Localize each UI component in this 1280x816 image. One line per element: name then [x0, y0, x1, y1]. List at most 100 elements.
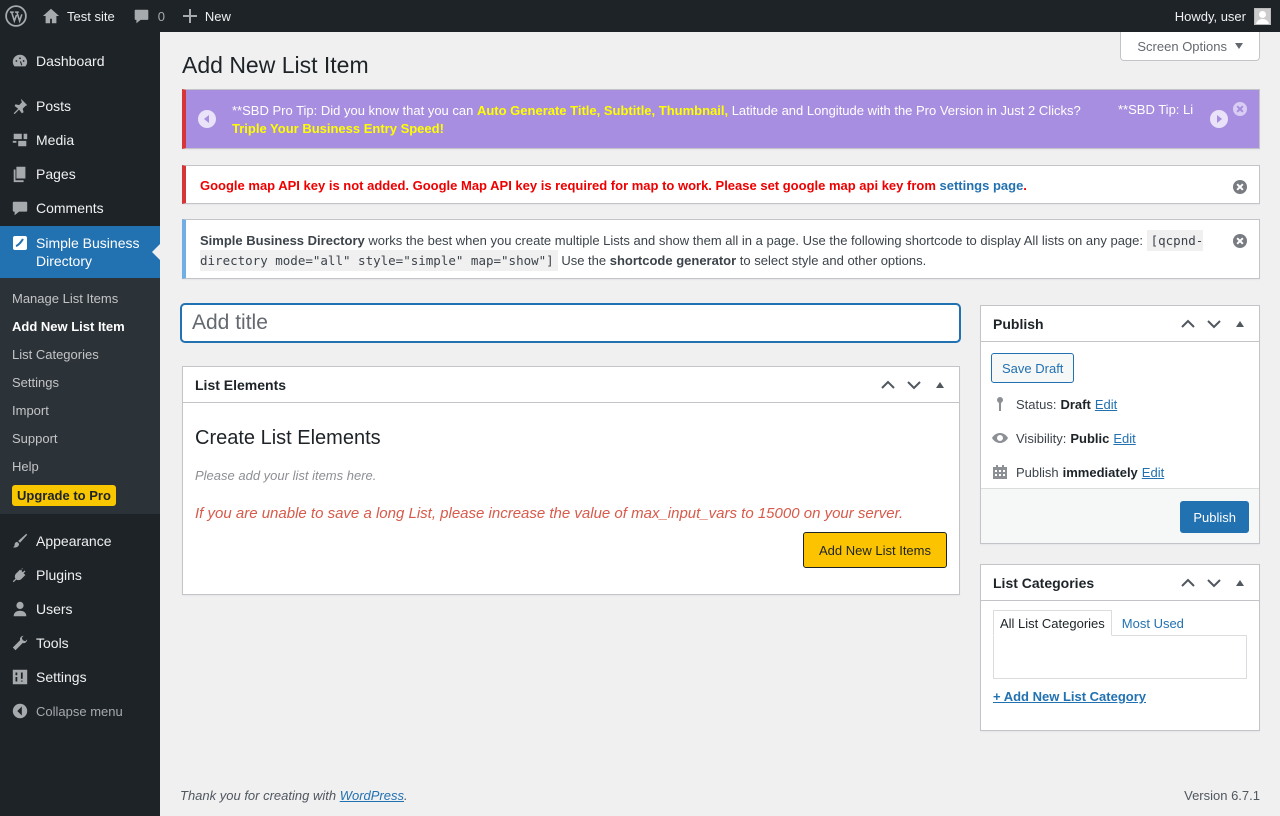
submenu-item-add-new-list-item[interactable]: Add New List Item [0, 313, 160, 341]
menu-label: Simple Business Directory [36, 235, 140, 269]
comments-count: 0 [157, 8, 165, 24]
pin-icon [991, 395, 1009, 413]
postbox-title: Publish [993, 315, 1044, 332]
plugin-name: Simple Business Directory [200, 233, 365, 248]
comment-icon [133, 8, 150, 25]
dismiss-icon[interactable] [1233, 234, 1247, 248]
dismiss-icon[interactable] [1233, 102, 1247, 116]
menu-item-appearance[interactable]: Appearance [0, 524, 160, 558]
admin-bar: Test site 0 New Howdy, user [0, 0, 1280, 32]
wrench-icon [10, 633, 30, 653]
eye-icon [991, 429, 1009, 447]
tab-all-list-categories[interactable]: All List Categories [993, 610, 1112, 636]
submenu-item-manage-list-items[interactable]: Manage List Items [0, 285, 160, 313]
wordpress-logo-icon[interactable] [0, 0, 34, 32]
toggle-triangle-icon[interactable] [1227, 565, 1253, 601]
submenu-item-support[interactable]: Support [0, 425, 160, 453]
settings-icon [10, 667, 30, 687]
list-categories-box: List Categories All List Categories Most… [980, 564, 1260, 731]
menu-label: Users [36, 601, 73, 617]
menu-label: Comments [36, 200, 104, 216]
submenu-item-help[interactable]: Help [0, 453, 160, 481]
toggle-triangle-icon[interactable] [1227, 306, 1253, 342]
pin-icon [10, 96, 30, 116]
toggle-triangle-icon[interactable] [927, 367, 953, 403]
chevron-down-icon[interactable] [1201, 306, 1227, 342]
chevron-down-icon[interactable] [901, 367, 927, 403]
chevron-down-icon[interactable] [1201, 565, 1227, 601]
calendar-icon [991, 463, 1009, 481]
save-draft-button[interactable]: Save Draft [991, 353, 1075, 383]
category-tabs: All List Categories Most Used [993, 610, 1190, 636]
pro-tip-notice: **SBD Pro Tip: Did you know that you can… [182, 89, 1260, 149]
postbox-title: List Categories [993, 574, 1095, 591]
submenu-item-import[interactable]: Import [0, 397, 160, 425]
menu-item-simple-business-directory[interactable]: Simple Business Directory [0, 226, 160, 278]
submenu-item-settings[interactable]: Settings [0, 369, 160, 397]
menu-item-dashboard[interactable]: Dashboard [0, 44, 160, 78]
menu-label: Plugins [36, 567, 82, 583]
collapse-icon [10, 701, 30, 721]
edit-publish-date-link[interactable]: Edit [1142, 465, 1164, 480]
brush-icon [10, 531, 30, 551]
comments-icon [10, 198, 30, 218]
chevron-up-icon[interactable] [1175, 306, 1201, 342]
upgrade-to-pro-button[interactable]: Upgrade to Pro [12, 485, 116, 506]
menu-item-tools[interactable]: Tools [0, 626, 160, 660]
menu-item-pages[interactable]: Pages [0, 157, 160, 191]
submenu-item-list-categories[interactable]: List Categories [0, 341, 160, 369]
arrow-right-icon[interactable] [1210, 110, 1228, 128]
comments-link[interactable]: 0 [125, 0, 173, 32]
chevron-up-icon[interactable] [1175, 565, 1201, 601]
new-label: New [204, 8, 231, 24]
dismiss-icon[interactable] [1233, 180, 1247, 194]
publish-button[interactable]: Publish [1180, 501, 1249, 533]
edit-status-link[interactable]: Edit [1095, 397, 1117, 412]
screen-options-button[interactable]: Screen Options [1120, 32, 1260, 61]
status-row: Status: Draft Edit [991, 395, 1117, 413]
main-content: Screen Options Add New List Item **SBD P… [160, 32, 1280, 816]
footer-version: Version 6.7.1 [1184, 788, 1260, 803]
tip-next-text: **SBD Tip: Li [1118, 102, 1194, 117]
users-icon [10, 599, 30, 619]
new-content-link[interactable]: New [175, 0, 239, 32]
postbox-header: List Categories [981, 565, 1259, 601]
menu-label: Collapse menu [36, 703, 123, 719]
menu-item-plugins[interactable]: Plugins [0, 558, 160, 592]
edit-visibility-link[interactable]: Edit [1113, 431, 1135, 446]
publish-date-row: Publish immediately Edit [991, 463, 1164, 481]
tip-highlight: Auto Generate Title, Subtitle, Thumbnail… [476, 103, 729, 118]
chevron-up-icon[interactable] [875, 367, 901, 403]
publish-label: Publish [1016, 464, 1059, 480]
pages-icon [10, 164, 30, 184]
menu-item-users[interactable]: Users [0, 592, 160, 626]
title-input[interactable] [181, 304, 960, 342]
menu-item-settings[interactable]: Settings [0, 660, 160, 694]
category-checklist [993, 635, 1247, 679]
status-value: Draft [1060, 396, 1091, 412]
home-icon [42, 7, 60, 25]
menu-label: Dashboard [36, 53, 105, 69]
menu-label: Settings [36, 669, 87, 685]
media-icon [10, 130, 30, 150]
collapse-menu-button[interactable]: Collapse menu [0, 694, 160, 728]
publish-box: Publish Save Draft Status: Draft Edit Visi… [980, 305, 1260, 544]
menu-label: Pages [36, 166, 76, 182]
wordpress-link[interactable]: WordPress [340, 788, 404, 803]
settings-page-link[interactable]: settings page [940, 178, 1024, 193]
tip-text: **SBD Pro Tip: Did you know that you can… [232, 102, 1092, 138]
menu-item-posts[interactable]: Posts [0, 89, 160, 123]
tip-prefix: **SBD Pro Tip: Did you know that you can [232, 103, 477, 118]
arrow-left-icon[interactable] [198, 110, 216, 128]
add-new-list-items-button[interactable]: Add New List Items [803, 532, 947, 568]
my-account[interactable]: Howdy, user [1175, 7, 1280, 25]
info-text-2: Use the [557, 253, 610, 268]
tab-most-used[interactable]: Most Used [1116, 610, 1190, 636]
admin-menu: Dashboard Posts Media Pages Comments Sim… [0, 32, 160, 816]
site-name-link[interactable]: Test site [34, 0, 123, 32]
directory-icon [10, 233, 30, 253]
menu-item-comments[interactable]: Comments [0, 191, 160, 225]
list-hint: Please add your list items here. [195, 468, 377, 483]
add-new-list-category-link[interactable]: + Add New List Category [993, 689, 1146, 704]
menu-item-media[interactable]: Media [0, 123, 160, 157]
